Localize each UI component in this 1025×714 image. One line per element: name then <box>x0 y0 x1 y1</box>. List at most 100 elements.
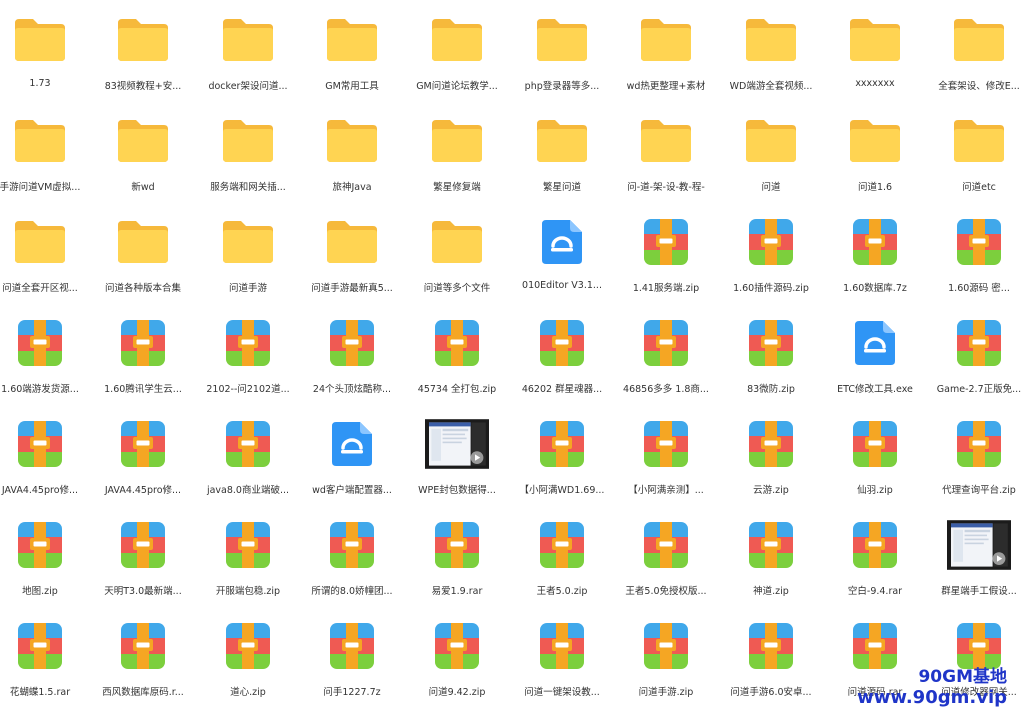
file-item-exe[interactable]: ETC修改工具.exe <box>825 311 925 411</box>
file-item-folder[interactable]: 新wd <box>93 109 193 209</box>
file-item-exe[interactable]: wd客户端配置器... <box>302 412 402 512</box>
file-item-archive[interactable]: 问道手游.zip <box>616 614 716 714</box>
file-name-label: 问道手游最新真5... <box>311 283 393 294</box>
file-item-archive[interactable]: 1.60源码 密... <box>929 210 1025 310</box>
file-item-folder[interactable]: 繁星问道 <box>512 109 612 209</box>
file-name-label: 问道1.6 <box>857 182 893 193</box>
file-name-label: 问-道-架-设-教-程- <box>627 182 705 193</box>
file-item-archive[interactable]: 花蝴蝶1.5.rar <box>0 614 90 714</box>
archive-file-icon <box>843 210 907 274</box>
file-item-archive[interactable]: 易爱1.9.rar <box>407 513 507 613</box>
file-name-label: Game-2.7正版免... <box>936 384 1022 395</box>
file-item-archive[interactable]: 天明T3.0最新端... <box>93 513 193 613</box>
file-name-label: java8.0商业端破... <box>206 485 290 496</box>
file-item-folder[interactable]: 问道etc <box>929 109 1025 209</box>
file-item-archive[interactable]: 云游.zip <box>721 412 821 512</box>
folder-icon <box>111 210 175 274</box>
file-name-label: 云游.zip <box>753 485 789 496</box>
file-item-archive[interactable]: 问道手游6.0安卓... <box>721 614 821 714</box>
file-item-folder[interactable]: WD端游全套视频... <box>721 8 821 108</box>
file-item-archive[interactable]: 代理查询平台.zip <box>929 412 1025 512</box>
file-item-folder[interactable]: 旅神Java <box>302 109 402 209</box>
file-item-folder[interactable]: docker架设问道... <box>198 8 298 108</box>
file-item-folder[interactable]: 问-道-架-设-教-程- <box>616 109 716 209</box>
file-item-archive[interactable]: 1.60数据库.7z <box>825 210 925 310</box>
file-name-label: 46202 群星魂器... <box>521 384 603 395</box>
file-item-folder[interactable]: 1.73 <box>0 8 90 108</box>
file-item-archive[interactable]: 1.60插件源码.zip <box>721 210 821 310</box>
file-item-archive[interactable]: 开服端包稳.zip <box>198 513 298 613</box>
file-item-folder[interactable]: 问道 <box>721 109 821 209</box>
file-name-label: 神道.zip <box>753 586 789 597</box>
file-item-archive[interactable]: 西风数据库原码.r... <box>93 614 193 714</box>
file-item-archive[interactable]: 1.60腾讯学生云... <box>93 311 193 411</box>
folder-icon <box>425 8 489 72</box>
folder-icon <box>425 210 489 274</box>
file-item-archive[interactable]: 45734 全打包.zip <box>407 311 507 411</box>
file-item-folder[interactable]: 全套架设、修改E... <box>929 8 1025 108</box>
file-item-folder[interactable]: 问道手游最新真5... <box>302 210 402 310</box>
file-item-archive[interactable]: 王者5.0免授权版... <box>616 513 716 613</box>
file-item-archive[interactable]: 【小阿满亲测】... <box>616 412 716 512</box>
file-item-archive[interactable]: Game-2.7正版免... <box>929 311 1025 411</box>
archive-file-icon <box>739 311 803 375</box>
file-item-archive[interactable]: 道心.zip <box>198 614 298 714</box>
file-grid: 1.73 83视频教程+安... docker架设问道... GM常用工具 GM问道论坛… <box>0 0 1025 714</box>
file-item-folder[interactable]: 服务端和网关插... <box>198 109 298 209</box>
folder-icon <box>216 109 280 173</box>
file-item-folder[interactable]: 83视频教程+安... <box>93 8 193 108</box>
file-item-folder[interactable]: GM常用工具 <box>302 8 402 108</box>
archive-file-icon <box>320 614 384 678</box>
file-item-folder[interactable]: 问道各种版本合集 <box>93 210 193 310</box>
file-item-archive[interactable]: 24个头顶炫酷称... <box>302 311 402 411</box>
folder-icon <box>843 8 907 72</box>
file-item-folder[interactable]: 问道等多个文件 <box>407 210 507 310</box>
file-name-label: JAVA4.45pro修... <box>1 485 79 496</box>
archive-file-icon <box>216 614 280 678</box>
file-item-archive[interactable]: java8.0商业端破... <box>198 412 298 512</box>
folder-icon <box>634 109 698 173</box>
file-item-folder[interactable]: wd热更整理+素材 <box>616 8 716 108</box>
file-item-archive[interactable]: 2102--问2102道... <box>198 311 298 411</box>
file-item-archive[interactable]: 问道9.42.zip <box>407 614 507 714</box>
file-item-archive[interactable]: 所谓的8.0娇幢团... <box>302 513 402 613</box>
file-name-label: 全套架设、修改E... <box>938 81 1020 92</box>
file-name-label: 45734 全打包.zip <box>417 384 497 395</box>
file-name-label: WD端游全套视频... <box>729 81 813 92</box>
file-item-folder[interactable]: xxxxxxx <box>825 8 925 108</box>
archive-file-icon <box>634 513 698 577</box>
exe-file-icon <box>530 210 594 274</box>
archive-file-icon <box>425 311 489 375</box>
archive-file-icon <box>8 513 72 577</box>
file-item-video[interactable]: WPE封包数据得... <box>407 412 507 512</box>
file-item-archive[interactable]: 地图.zip <box>0 513 90 613</box>
file-item-archive[interactable]: 1.41服务端.zip <box>616 210 716 310</box>
file-item-archive[interactable]: 46856多多 1.8商... <box>616 311 716 411</box>
file-item-folder[interactable]: 问道手游 <box>198 210 298 310</box>
file-item-archive[interactable]: 46202 群星魂器... <box>512 311 612 411</box>
file-item-video[interactable]: 群星端手工假设... <box>929 513 1025 613</box>
file-item-archive[interactable]: 神道.zip <box>721 513 821 613</box>
file-item-folder[interactable]: GM问道论坛教学... <box>407 8 507 108</box>
file-item-archive[interactable]: 问道一键架设教... <box>512 614 612 714</box>
file-item-archive[interactable]: 空白-9.4.rar <box>825 513 925 613</box>
file-item-folder[interactable]: 繁星修复端 <box>407 109 507 209</box>
file-item-archive[interactable]: JAVA4.45pro修... <box>93 412 193 512</box>
file-item-folder[interactable]: 手游问道VM虚拟... <box>0 109 90 209</box>
file-item-archive[interactable]: 王者5.0.zip <box>512 513 612 613</box>
file-name-label: wd热更整理+素材 <box>626 81 706 92</box>
file-name-label: 繁星问道 <box>542 182 581 193</box>
file-name-label: 24个头顶炫酷称... <box>312 384 392 395</box>
file-item-archive[interactable]: 1.60端游发货源... <box>0 311 90 411</box>
file-name-label: 问手1227.7z <box>323 687 381 698</box>
file-item-archive[interactable]: 【小阿满WD1.69... <box>512 412 612 512</box>
file-item-folder[interactable]: php登录器等多... <box>512 8 612 108</box>
file-item-archive[interactable]: 83微防.zip <box>721 311 821 411</box>
file-item-archive[interactable]: JAVA4.45pro修... <box>0 412 90 512</box>
file-item-folder[interactable]: 问道全套开区视... <box>0 210 90 310</box>
file-item-folder[interactable]: 问道1.6 <box>825 109 925 209</box>
file-item-archive[interactable]: 问手1227.7z <box>302 614 402 714</box>
file-item-archive[interactable]: 仙羽.zip <box>825 412 925 512</box>
file-name-label: 开服端包稳.zip <box>215 586 281 597</box>
file-item-exe[interactable]: 010Editor V3.1... <box>512 210 612 310</box>
